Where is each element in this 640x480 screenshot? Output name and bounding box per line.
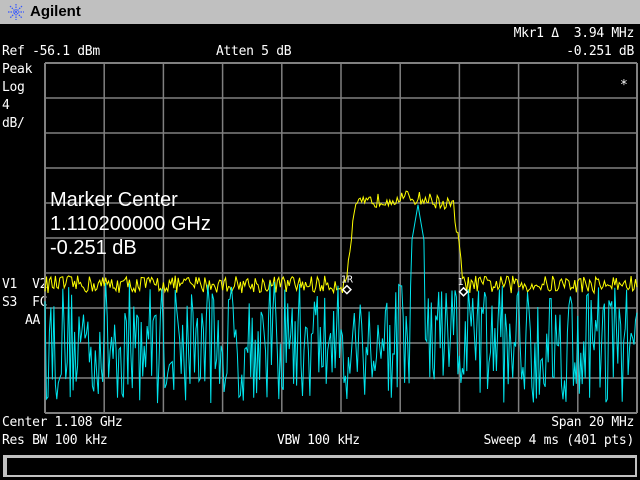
video-bandwidth: VBW 100 kHz bbox=[277, 433, 360, 448]
marker-diamond bbox=[341, 284, 352, 295]
marker-panel-frequency: 1.110200000 GHz bbox=[50, 213, 211, 235]
marker-panel-title: Marker Center bbox=[50, 189, 178, 211]
resolution-bandwidth: Res BW 100 kHz bbox=[2, 433, 108, 448]
marker-label: 1 bbox=[458, 277, 464, 288]
command-input[interactable] bbox=[7, 458, 635, 475]
marker-label: 1R bbox=[341, 275, 354, 286]
sweep-time: Sweep 4 ms (401 pts) bbox=[483, 433, 634, 448]
span: Span 20 MHz bbox=[551, 415, 634, 430]
marker-panel-value: -0.251 dB bbox=[50, 237, 137, 259]
center-frequency: Center 1.108 GHz bbox=[2, 415, 123, 430]
command-line[interactable] bbox=[3, 455, 637, 477]
